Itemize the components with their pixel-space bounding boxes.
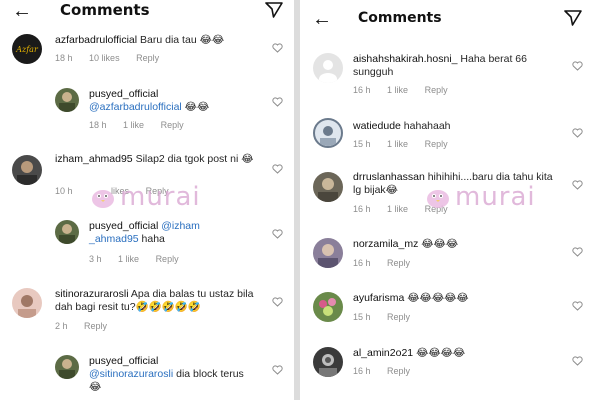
heart-icon[interactable] xyxy=(272,43,283,53)
reply-button[interactable]: Reply xyxy=(387,312,410,322)
heart-icon[interactable] xyxy=(572,301,583,311)
comment-username[interactable]: pusyed_official xyxy=(89,220,158,232)
comment-time: 15 h xyxy=(353,312,371,322)
reply-button[interactable]: Reply xyxy=(425,204,448,214)
comment-username[interactable]: ayufarisma xyxy=(353,292,404,304)
avatar[interactable] xyxy=(55,88,79,112)
reply-button[interactable]: Reply xyxy=(425,85,448,95)
comment-time: 3 h xyxy=(89,254,102,264)
comment-username[interactable]: pusyed_official xyxy=(89,355,158,367)
comment-time: 15 h xyxy=(353,139,371,149)
comment-time: 2 h xyxy=(55,321,68,331)
right-comments-panel: ← Comments aishahshakirah.hosni_ Haha be… xyxy=(300,0,600,400)
comment-time: 16 h xyxy=(353,85,371,95)
back-arrow-icon[interactable]: ← xyxy=(312,9,332,29)
page-title: Comments xyxy=(60,1,150,19)
heart-icon[interactable] xyxy=(272,297,283,307)
paper-plane-icon[interactable] xyxy=(564,10,582,26)
heart-icon[interactable] xyxy=(272,164,283,174)
avatar[interactable] xyxy=(12,288,42,318)
comment-text: 😂😂😂 xyxy=(421,238,459,250)
heart-icon[interactable] xyxy=(572,247,583,257)
reply-button[interactable]: Reply xyxy=(84,321,107,331)
comment-username[interactable]: azfarbadrulofficial xyxy=(55,34,137,46)
paper-plane-icon[interactable] xyxy=(265,2,283,18)
comment-likes[interactable]: 1 like xyxy=(118,254,139,264)
heart-icon[interactable] xyxy=(572,180,583,190)
comment-time: 18 h xyxy=(55,53,73,63)
comment-username[interactable]: drruslanhassan xyxy=(353,171,425,183)
comment-time: 18 h xyxy=(89,120,107,130)
avatar[interactable] xyxy=(55,220,79,244)
avatar[interactable] xyxy=(313,292,343,322)
comment-likes[interactable]: likes xyxy=(111,186,129,196)
left-comments-panel: ← Comments Azfar azfarbadrulofficial Bar… xyxy=(0,0,294,400)
comment-time: 16 h xyxy=(353,204,371,214)
heart-icon[interactable] xyxy=(272,229,283,239)
heart-icon[interactable] xyxy=(272,97,283,107)
comment-time: 10 h xyxy=(55,186,73,196)
mention-link[interactable]: @sitinorazurarosli xyxy=(89,368,173,380)
comment-username[interactable]: norzamila_mz xyxy=(353,238,418,250)
avatar[interactable]: Azfar xyxy=(12,34,42,64)
comment-text: haha xyxy=(138,233,165,245)
avatar[interactable] xyxy=(12,155,42,185)
comment-text: 😂😂😂😂 xyxy=(416,347,466,359)
comment-likes[interactable]: 1 like xyxy=(387,139,408,149)
comment-username[interactable]: pusyed_official xyxy=(89,88,158,100)
comment-likes[interactable]: 1 like xyxy=(123,120,144,130)
comment-text: hahahaah xyxy=(403,120,451,132)
comment-text: Silap2 dia tgok post ni 😂 xyxy=(135,153,254,165)
heart-icon[interactable] xyxy=(572,356,583,366)
comment-likes[interactable]: 1 like xyxy=(387,85,408,95)
avatar[interactable] xyxy=(55,355,79,379)
comment-username[interactable]: aishahshakirah.hosni_ xyxy=(353,53,458,65)
comment-likes[interactable]: 10 likes xyxy=(89,53,120,63)
page-title: Comments xyxy=(358,10,442,26)
reply-button[interactable]: Reply xyxy=(387,366,410,376)
reply-button[interactable]: Reply xyxy=(146,186,169,196)
mention-link[interactable]: @azfarbadrulofficial xyxy=(89,101,182,113)
heart-icon[interactable] xyxy=(572,61,583,71)
comment-text: 😂😂 xyxy=(181,101,210,113)
avatar[interactable] xyxy=(313,118,343,148)
comment-time: 16 h xyxy=(353,366,371,376)
header: ← Comments xyxy=(0,0,294,26)
avatar[interactable] xyxy=(313,172,343,202)
reply-button[interactable]: Reply xyxy=(136,53,159,63)
comment-username[interactable]: sitinorazurarosli xyxy=(55,288,129,300)
reply-button[interactable]: Reply xyxy=(156,254,179,264)
comment-time: 16 h xyxy=(353,258,371,268)
heart-icon[interactable] xyxy=(272,365,283,375)
comment-likes[interactable]: 1 like xyxy=(387,204,408,214)
reply-button[interactable]: Reply xyxy=(387,258,410,268)
heart-icon[interactable] xyxy=(572,128,583,138)
svg-text:Azfar: Azfar xyxy=(15,45,39,54)
reply-button[interactable]: Reply xyxy=(425,139,448,149)
avatar[interactable] xyxy=(313,347,343,377)
back-arrow-icon[interactable]: ← xyxy=(12,1,32,21)
comment-username[interactable]: al_amin2o21 xyxy=(353,347,413,359)
comment-username[interactable]: watiedude xyxy=(353,120,401,132)
comment-username[interactable]: izham_ahmad95 xyxy=(55,153,133,165)
comment-text: Baru dia tau 😂😂 xyxy=(140,34,225,46)
comment-text: 😂😂😂😂😂 xyxy=(407,292,469,304)
avatar[interactable] xyxy=(313,238,343,268)
header: ← Comments xyxy=(300,0,600,29)
reply-button[interactable]: Reply xyxy=(161,120,184,130)
avatar[interactable] xyxy=(313,53,343,83)
